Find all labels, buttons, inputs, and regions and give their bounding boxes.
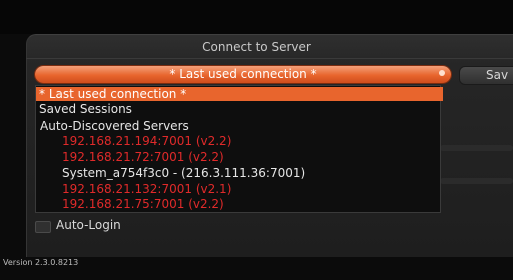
save-button-label: Sav bbox=[486, 68, 509, 82]
list-item-server[interactable]: 192.168.21.194:7001 (v2.2) bbox=[36, 134, 231, 148]
connection-combobox-value: * Last used connection * bbox=[169, 67, 317, 81]
version-label: Version 2.3.0.8213 bbox=[3, 258, 79, 267]
list-item-last-used[interactable]: * Last used connection * bbox=[36, 87, 443, 101]
field-edge bbox=[440, 145, 513, 151]
save-button[interactable]: Sav bbox=[459, 66, 513, 85]
list-item-server[interactable]: System_a754f3c0 - (216.3.111.36:7001) bbox=[36, 166, 305, 180]
field-edge bbox=[440, 178, 513, 184]
list-item-auto-discovered-header: Auto-Discovered Servers bbox=[40, 119, 189, 133]
list-item-server[interactable]: 192.168.21.75:7001 (v2.2) bbox=[36, 197, 224, 211]
list-item-server[interactable]: 192.168.21.72:7001 (v2.2) bbox=[36, 150, 224, 164]
list-item-server[interactable]: 192.168.21.132:7001 (v2.1) bbox=[36, 182, 231, 196]
auto-login-label: Auto-Login bbox=[56, 218, 121, 232]
list-item-saved-sessions[interactable]: Saved Sessions bbox=[36, 102, 132, 116]
auto-login-checkbox[interactable] bbox=[35, 221, 51, 233]
dialog-title: Connect to Server bbox=[202, 40, 311, 54]
connection-dropdown-list[interactable]: * Last used connection * Saved Sessions … bbox=[35, 85, 443, 213]
window-top-bar bbox=[0, 0, 513, 34]
title-separator bbox=[26, 58, 513, 59]
dropdown-arrow-icon[interactable] bbox=[439, 70, 445, 76]
connection-combobox[interactable]: * Last used connection * bbox=[35, 66, 451, 83]
